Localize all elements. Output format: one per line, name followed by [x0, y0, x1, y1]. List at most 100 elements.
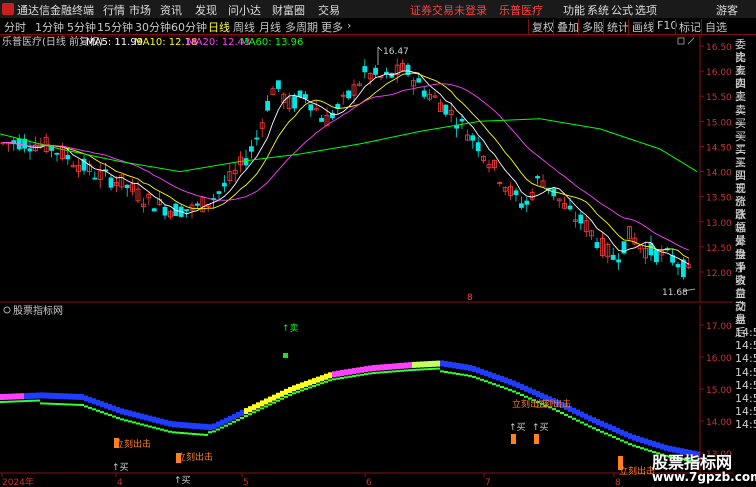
expand-icon[interactable]: [687, 37, 695, 45]
period-fenshi[interactable]: 分时: [3, 19, 27, 35]
period-multi[interactable]: 多周期: [284, 19, 319, 35]
y-tick-label: 12.00: [706, 269, 732, 279]
menu-shichang[interactable]: 市场: [129, 2, 151, 18]
maximize-icon[interactable]: [677, 37, 685, 45]
more-chevron-icon[interactable]: ›: [346, 19, 352, 32]
menu-caifuquan[interactable]: 财富圈: [272, 2, 305, 18]
indicator-trail: [472, 375, 476, 378]
indicator-trail: [324, 380, 328, 383]
indicator-trail: [424, 368, 428, 371]
indicator-bar: [296, 383, 300, 390]
candle-body: [292, 96, 298, 109]
y-tick-label: 14.00: [706, 418, 732, 428]
side-panel-item[interactable]: 14:5: [735, 339, 756, 352]
side-panel-item[interactable]: 14:5: [735, 405, 756, 418]
indicator-bar: [292, 385, 296, 392]
y-tick-label: 17.00: [706, 322, 732, 332]
indicator-bar: [104, 402, 108, 409]
indicator-trail: [92, 408, 96, 411]
buy-label: ↑买: [174, 475, 191, 486]
side-panel-item[interactable]: 14:5: [735, 352, 756, 365]
period-more[interactable]: 更多: [320, 19, 344, 35]
indicator-trail: [180, 432, 184, 434]
period-daily[interactable]: 日线: [207, 19, 231, 35]
candle-body: [524, 200, 530, 205]
quote-side-panel: 委比 卖五 卖四 卖三 卖二 卖一 买一 买二 买三 买四 买五 现价 涨跌 涨幅 总量 外盘 换手 净资 收益 自动…: [733, 35, 756, 487]
indicator-bar: [516, 382, 520, 389]
indicator-trail: [636, 445, 640, 448]
indicator-trail: [160, 428, 164, 431]
menu-gongshi[interactable]: 公式: [611, 2, 633, 18]
menu-hangqing[interactable]: 行情: [103, 2, 125, 18]
period-5min[interactable]: 5分钟: [66, 19, 97, 35]
period-30min[interactable]: 30分钟: [134, 19, 172, 35]
indicator-trail: [488, 381, 492, 384]
indicator-bar: [308, 379, 312, 386]
menu-wenxiaoda[interactable]: 问小达: [228, 2, 261, 18]
high-price-label: 16.47: [383, 47, 409, 57]
indicator-trail: [320, 382, 324, 385]
indicator-trail: [604, 432, 608, 435]
indicator-trail: [20, 400, 24, 403]
menu-xuanxiang[interactable]: 选项: [635, 2, 657, 18]
period-1min[interactable]: 1分钟: [34, 19, 65, 35]
indicator-trail: [504, 387, 508, 390]
btn-biaoji[interactable]: 标记: [675, 19, 704, 35]
indicator-trail: [524, 395, 528, 398]
indicator-bar: [440, 360, 444, 367]
indicator-bar: [364, 366, 368, 373]
indicator-bar: [252, 404, 256, 411]
indicator-trail: [208, 431, 212, 434]
indicator-bar: [268, 396, 272, 403]
indicator-trail: [100, 411, 104, 414]
indicator-trail: [48, 402, 52, 405]
guest-label[interactable]: 游客: [716, 2, 738, 18]
indicator-bar: [28, 392, 32, 399]
indicator-bar: [48, 392, 52, 399]
app-name: 通达信金融终端: [17, 4, 94, 17]
indicator-bar: [88, 396, 92, 403]
indicator-bar: [184, 422, 188, 429]
indicator-settings-icon[interactable]: [3, 306, 11, 314]
indicator-bar: [92, 398, 96, 405]
side-panel-item[interactable]: 14:5: [735, 366, 756, 379]
period-weekly[interactable]: 周线: [232, 19, 256, 35]
candle-body: [681, 259, 686, 278]
indicator-trail: [280, 397, 284, 400]
kline-chart[interactable]: 乐普医疗(日线 前复权) MA5: 11.99 MA10: 12.18 MA20…: [0, 35, 733, 487]
y-tick-label: 14.50: [706, 143, 732, 153]
indicator-trail: [428, 368, 432, 371]
btn-zixuan[interactable]: 自选: [701, 19, 730, 35]
side-panel-item[interactable]: 14:5: [735, 326, 756, 339]
indicator-trail: [156, 427, 160, 430]
indicator-bar: [428, 361, 432, 368]
candle-body: [184, 209, 190, 212]
period-60min[interactable]: 60分钟: [170, 19, 208, 35]
period-monthly[interactable]: 月线: [258, 19, 282, 35]
side-panel-item[interactable]: 14:5: [735, 379, 756, 392]
indicator-bar: [612, 426, 616, 433]
candle-body: [297, 90, 303, 98]
menu-faxian[interactable]: 发现: [195, 2, 217, 18]
menu-gongneng[interactable]: 功能: [563, 2, 585, 18]
candle-body: [578, 214, 584, 224]
menu-xitong[interactable]: 系统: [587, 2, 609, 18]
indicator-trail: [420, 368, 424, 371]
period-15min[interactable]: 15分钟: [96, 19, 134, 35]
menu-jiaoyi[interactable]: 交易: [318, 2, 340, 18]
indicator-bar: [336, 370, 340, 377]
indicator-bar: [172, 421, 176, 428]
indicator-bar: [12, 393, 16, 400]
menu-zixun[interactable]: 资讯: [160, 2, 182, 18]
side-panel-item[interactable]: 14:5: [735, 392, 756, 405]
indicator-bar: [432, 360, 436, 367]
login-warning[interactable]: 证券交易未登录: [410, 2, 487, 18]
indicator-bar: [404, 362, 408, 369]
indicator-bar: [512, 380, 516, 387]
side-panel-item[interactable]: 14:5: [735, 418, 756, 431]
candle-body: [275, 80, 281, 89]
indicator-bar: [644, 438, 648, 445]
indicator-bar: [472, 365, 476, 372]
x-tick-label: 6: [366, 478, 372, 487]
indicator-bar: [188, 422, 192, 429]
